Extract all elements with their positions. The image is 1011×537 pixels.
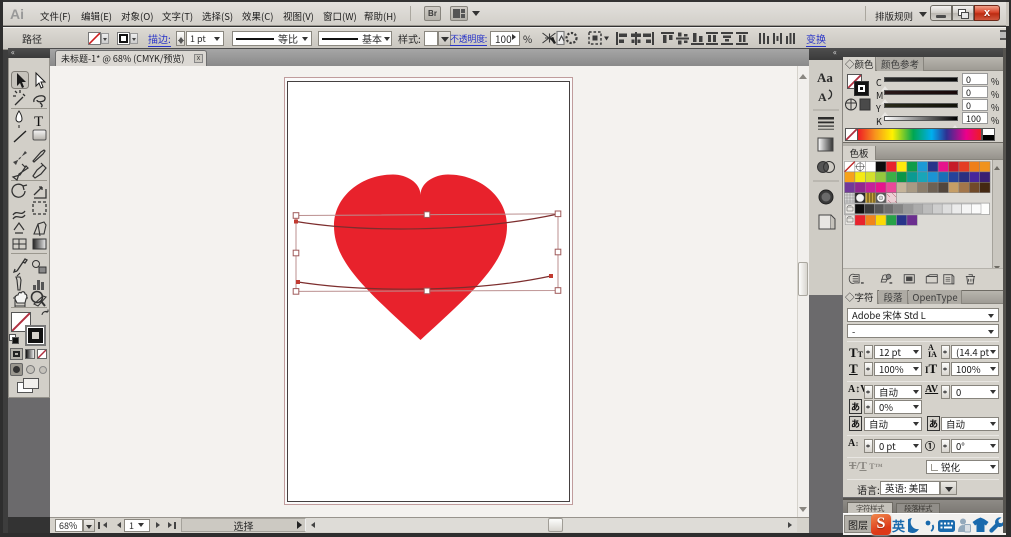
svg-text:Aa: Aa (817, 70, 833, 85)
svg-text:T: T (34, 114, 43, 130)
svg-text:A: A (818, 90, 827, 104)
